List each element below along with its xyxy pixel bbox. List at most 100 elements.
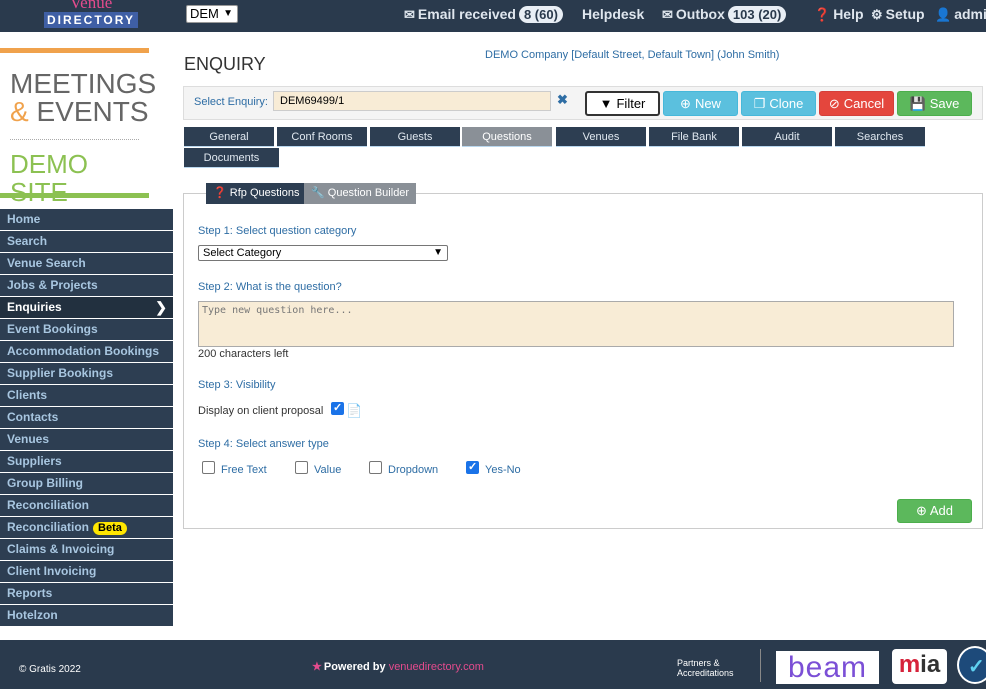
venuedirectory-link[interactable]: venuedirectory.com	[389, 661, 484, 673]
step1-label: Step 1: Select question category	[198, 225, 357, 237]
sidebar-item-enquiries[interactable]: Enquiries ❯	[0, 297, 173, 318]
sidebar-item-venues[interactable]: Venues	[0, 429, 173, 450]
chevron-right-icon: ❯	[155, 299, 167, 315]
company-select[interactable]: DEM ▼	[186, 5, 238, 23]
tab-audit[interactable]: Audit	[742, 127, 832, 147]
question-builder-panel	[183, 193, 983, 529]
user-name: admin	[954, 6, 986, 22]
display-on-proposal-checkbox[interactable]	[331, 401, 344, 415]
sidebar-item-label: Reports	[7, 586, 53, 600]
tab-questions[interactable]: Questions	[462, 127, 552, 147]
question-circle-icon: ❓	[213, 187, 227, 199]
filter-icon: ▼	[599, 96, 613, 111]
characters-left: 200 characters left	[198, 348, 289, 360]
tab-searches[interactable]: Searches	[835, 127, 925, 147]
outbox-link[interactable]: ✉ Outbox 103 (20)	[662, 6, 787, 23]
sidebar-item-claims-invoicing[interactable]: Claims & Invoicing	[0, 539, 173, 560]
page-title: ENQUIRY	[184, 54, 266, 74]
sidebar-item-label: Reconciliation	[7, 498, 90, 512]
sidebar-item-group-billing[interactable]: Group Billing	[0, 473, 173, 494]
value-label: Value	[314, 464, 342, 476]
user-icon: 👤	[935, 7, 952, 22]
tab-venues[interactable]: Venues	[556, 127, 646, 147]
sidebar-item-accommodation-bookings[interactable]: Accommodation Bookings	[0, 341, 173, 362]
logo-directory-text: DIRECTORY	[44, 12, 138, 28]
help-label: Help	[833, 6, 864, 22]
value-checkbox[interactable]	[295, 461, 308, 474]
sidebar-item-label: Accommodation Bookings	[7, 344, 160, 358]
sidebar-item-event-bookings[interactable]: Event Bookings	[0, 319, 173, 340]
sidebar-item-reports[interactable]: Reports	[0, 583, 173, 604]
tab-documents[interactable]: Documents	[184, 148, 279, 168]
tab-question-builder[interactable]: 🔧 Question Builder	[304, 183, 417, 204]
email-received-label: Email received	[417, 6, 516, 22]
sidebar-item-label: Clients	[7, 388, 48, 402]
add-button[interactable]: ⊕ Add	[897, 499, 972, 523]
email-received-link[interactable]: ✉ Email received 8 (60)	[404, 6, 563, 23]
copy-icon: ❐	[753, 96, 766, 111]
filter-button[interactable]: ▼ Filter	[585, 91, 660, 116]
sidebar-item-contacts[interactable]: Contacts	[0, 407, 173, 428]
brand-line2: & EVENTS	[10, 98, 149, 126]
cancel-button[interactable]: ⊘ Cancel	[819, 91, 894, 116]
star-icon: ★	[312, 661, 322, 673]
help-link[interactable]: ❓ Help	[814, 6, 864, 23]
save-button[interactable]: 💾 Save	[897, 91, 972, 116]
sidebar-item-label: Contacts	[7, 410, 59, 424]
email-count-badge: 8 (60)	[518, 6, 563, 23]
venue-directory-logo[interactable]: Venue DIRECTORY	[44, 0, 138, 28]
tab-file-bank[interactable]: File Bank	[649, 127, 739, 147]
category-select-value: Select Category	[203, 247, 282, 259]
setup-link[interactable]: ⚙ Setup	[871, 6, 925, 23]
chevron-down-icon: ▼	[433, 247, 443, 258]
user-menu[interactable]: 👤admin	[935, 6, 986, 23]
copyright: © Gratis 2022	[19, 664, 81, 675]
tab-conf-rooms[interactable]: Conf Rooms	[277, 127, 367, 147]
step3-label: Step 3: Visibility	[198, 379, 276, 391]
cyber-essentials-badge[interactable]	[957, 646, 986, 684]
tab-general[interactable]: General	[184, 127, 274, 147]
sidebar-nav: Home Search Venue Search Jobs & Projects…	[0, 209, 173, 627]
setup-label: Setup	[885, 6, 925, 22]
question-textarea[interactable]: Type new question here...	[198, 301, 954, 347]
tab-guests[interactable]: Guests	[370, 127, 460, 147]
enquiry-input[interactable]: DEM69499/1	[273, 91, 551, 111]
clone-button[interactable]: ❐ Clone	[741, 91, 816, 116]
sidebar-item-search[interactable]: Search	[0, 231, 173, 252]
sidebar-item-label: Claims & Invoicing	[7, 542, 115, 556]
sidebar-item-reconciliation[interactable]: Reconciliation	[0, 495, 173, 516]
plus-circle-icon: ⊕	[916, 503, 927, 518]
partners-line1: Partners &	[677, 658, 720, 668]
tab-rfp-questions[interactable]: ❓ Rfp Questions	[206, 183, 307, 204]
brand-bottom-stripe	[0, 193, 149, 198]
partners-label: Partners & Accreditations	[677, 658, 734, 678]
sidebar-item-jobs-projects[interactable]: Jobs & Projects	[0, 275, 173, 296]
sidebar-item-supplier-bookings[interactable]: Supplier Bookings	[0, 363, 173, 384]
sidebar-item-hotelzon[interactable]: Hotelzon	[0, 605, 173, 626]
beam-logo[interactable]: beam	[776, 651, 879, 684]
outbox-label: Outbox	[675, 6, 725, 22]
sidebar-item-reconciliation-beta[interactable]: Reconciliation Beta	[0, 517, 173, 538]
yes-no-checkbox[interactable]	[466, 460, 479, 474]
sidebar-item-suppliers[interactable]: Suppliers	[0, 451, 173, 472]
sidebar-item-label: Venue Search	[7, 256, 86, 270]
helpdesk-link[interactable]: Helpdesk	[582, 6, 644, 22]
company-link[interactable]: DEMO Company [Default Street, Default To…	[485, 49, 779, 61]
sidebar-item-clients[interactable]: Clients	[0, 385, 173, 406]
sidebar-item-label: Enquiries	[7, 300, 62, 314]
mia-logo[interactable]: mia	[892, 649, 947, 684]
site-brand: MEETINGS & EVENTS DEMO SITE	[0, 48, 156, 206]
dropdown-checkbox[interactable]	[369, 461, 382, 474]
plus-circle-icon: ⊕	[680, 96, 691, 111]
sidebar-item-venue-search[interactable]: Venue Search	[0, 253, 173, 274]
sidebar-item-home[interactable]: Home	[0, 209, 173, 230]
free-text-checkbox[interactable]	[202, 461, 215, 474]
clear-icon[interactable]: ✖	[557, 92, 568, 108]
new-button[interactable]: ⊕ New	[663, 91, 738, 116]
gear-icon: ⚙	[871, 7, 883, 22]
mia-logo-m: m	[898, 651, 921, 678]
sidebar-item-client-invoicing[interactable]: Client Invoicing	[0, 561, 173, 582]
visibility-label: Display on client proposal	[198, 405, 324, 417]
brand-top-stripe	[0, 48, 149, 53]
category-select[interactable]: Select Category ▼	[198, 245, 448, 261]
